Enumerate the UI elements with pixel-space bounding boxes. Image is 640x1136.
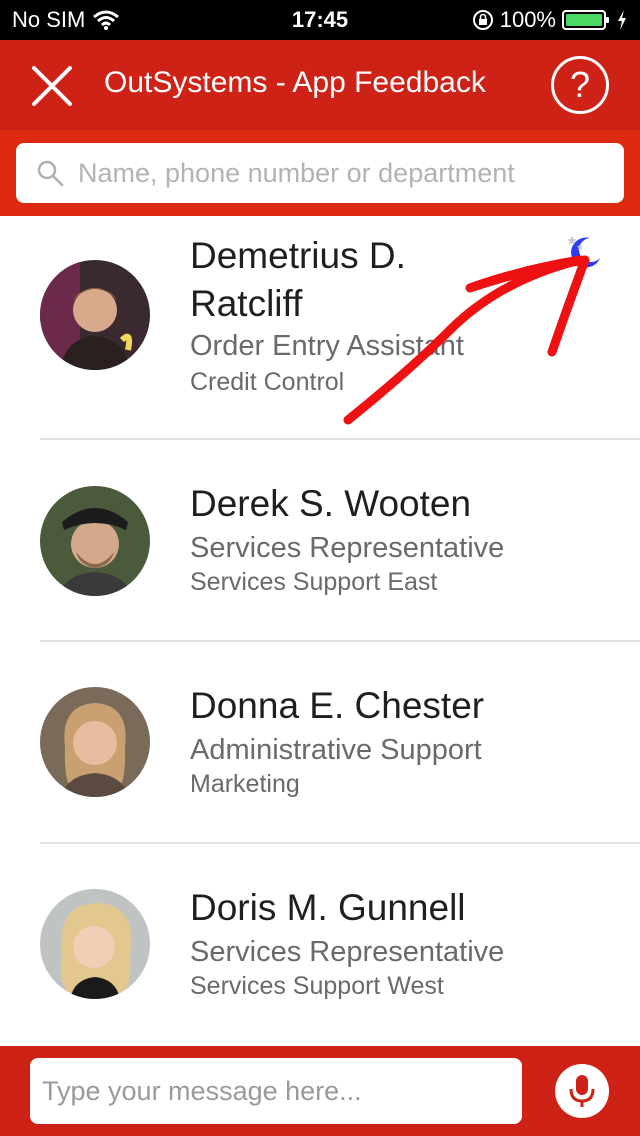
contact-department: Services Support East (190, 568, 438, 596)
contact-name-line2: Ratcliff (190, 283, 303, 324)
search-input[interactable] (78, 157, 624, 189)
contact-row[interactable]: Doris M. Gunnell Services Representative… (0, 844, 640, 1044)
avatar (40, 889, 150, 999)
avatar (40, 687, 150, 797)
contact-department: Marketing (190, 770, 300, 798)
battery-icon (562, 10, 609, 30)
help-button[interactable]: ? (551, 56, 609, 114)
status-right: 100% (408, 7, 628, 33)
message-input[interactable] (42, 1075, 510, 1107)
carrier-label: No SIM (12, 7, 86, 32)
contact-row[interactable]: Demetrius D. Ratcliff Order Entry Assist… (0, 216, 640, 440)
search-icon (37, 160, 64, 187)
contact-name: Derek S. Wooten (190, 483, 472, 524)
message-box[interactable] (30, 1058, 522, 1124)
avatar (40, 260, 150, 370)
contact-name: Donna E. Chester (190, 685, 485, 726)
contact-role: Order Entry Assistant (190, 330, 464, 362)
rotation-lock-icon (472, 10, 493, 30)
status-left: No SIM (12, 7, 232, 33)
microphone-icon (569, 1075, 595, 1107)
page-title: OutSystems - App Feedback (104, 66, 486, 99)
contact-department: Credit Control (190, 368, 345, 396)
app-header: OutSystems - App Feedback ? (0, 40, 640, 130)
charging-icon (618, 10, 626, 30)
contact-name: Doris M. Gunnell (190, 887, 466, 928)
battery-percent: 100% (499, 7, 556, 32)
contact-role: Services Representative (190, 532, 505, 564)
contact-row[interactable]: Donna E. Chester Administrative Support … (0, 642, 640, 842)
search-box[interactable] (16, 143, 624, 203)
message-composer (0, 1046, 640, 1136)
avatar (40, 486, 150, 596)
wifi-icon (93, 10, 120, 30)
status-time: 17:45 (291, 7, 349, 32)
contact-role: Services Representative (190, 936, 505, 968)
moon-stars-icon[interactable] (560, 228, 604, 272)
contact-row[interactable]: Derek S. Wooten Services Representative … (0, 440, 640, 640)
microphone-button[interactable] (555, 1064, 609, 1118)
contact-department: Services Support West (190, 972, 444, 1000)
contact-role: Administrative Support (190, 734, 482, 766)
search-area (0, 130, 640, 216)
close-icon[interactable] (30, 64, 74, 108)
status-bar: No SIM 17:45 100% (0, 0, 640, 40)
contact-name: Demetrius D. (190, 235, 406, 276)
